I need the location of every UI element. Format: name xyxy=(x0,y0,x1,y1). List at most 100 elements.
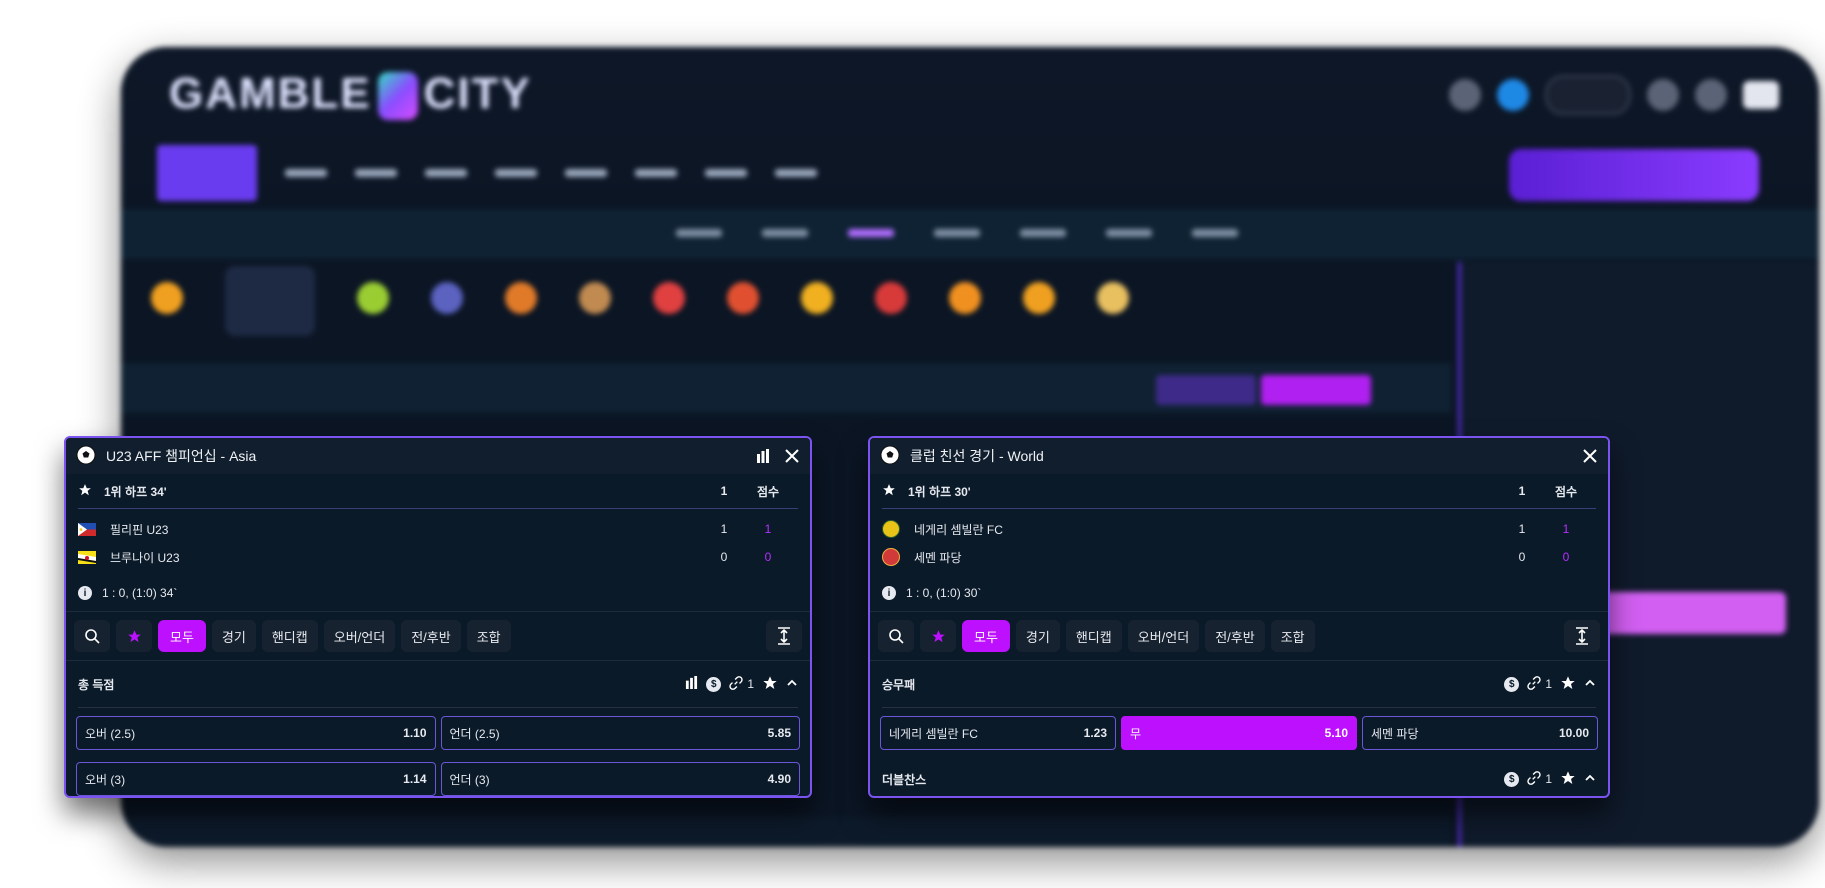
team-name: 브루나이 U23 xyxy=(110,550,180,565)
odds-label: 네게리 셈빌란 FC xyxy=(889,726,978,741)
dollar-icon[interactable]: $ xyxy=(706,676,722,692)
team-row: 브루나이 U23 0 0 xyxy=(66,543,810,571)
avatar xyxy=(1647,79,1679,111)
odds-button-under-3[interactable]: 언더 (3) 4.90 xyxy=(440,762,800,796)
match-widget-club-friendly: 클럽 친선 경기 - World 1위 하프 30' 1 점수 네게리 셈빌란 … xyxy=(868,436,1610,798)
favorite-star-icon[interactable] xyxy=(762,675,778,694)
odds-row: 오버 (3) 1.14 언더 (3) 4.90 xyxy=(66,762,810,796)
tab-halves[interactable]: 전/후반 xyxy=(401,620,461,652)
star-icon xyxy=(931,629,945,642)
tab-handicap[interactable]: 핸디캡 xyxy=(261,620,318,652)
close-icon[interactable] xyxy=(1582,448,1598,464)
favorites-tab[interactable] xyxy=(116,620,152,652)
star-icon xyxy=(127,629,141,642)
collapse-chevron-icon[interactable] xyxy=(1584,772,1596,787)
add-pill xyxy=(1545,75,1631,115)
match-status: 1위 하프 34' xyxy=(104,484,167,499)
match-info: 1 : 0, (1:0) 30` xyxy=(906,586,982,600)
top-bar: GAMBLE CITY xyxy=(121,47,1819,207)
link-icon[interactable] xyxy=(1527,675,1541,693)
odds-value: 4.90 xyxy=(767,772,791,786)
tab-over-under[interactable]: 오버/언더 xyxy=(323,620,396,652)
odds-value: 5.10 xyxy=(1324,726,1348,740)
collapse-chevron-icon[interactable] xyxy=(786,677,798,692)
link-count: 1 xyxy=(1545,677,1552,691)
search-icon xyxy=(85,629,100,644)
market-tabs: 모두 경기 핸디캡 오버/언더 전/후반 조합 xyxy=(66,612,810,660)
tab-match[interactable]: 경기 xyxy=(1015,620,1060,652)
favorite-star-icon[interactable] xyxy=(882,483,896,500)
favorites-tab[interactable] xyxy=(920,620,956,652)
total-score: 1 xyxy=(1562,522,1570,536)
link-icon[interactable] xyxy=(729,675,743,693)
odds-button-away[interactable]: 세멘 파당 10.00 xyxy=(1362,716,1598,750)
close-icon[interactable] xyxy=(784,448,800,464)
odds-button-under-2-5[interactable]: 언더 (2.5) 5.85 xyxy=(440,716,800,750)
odds-label: 언더 (3) xyxy=(449,772,490,787)
odds-value: 10.00 xyxy=(1558,726,1589,740)
widget-header: U23 AFF 챔피언십 - Asia xyxy=(66,438,810,474)
market-section-header: 더블찬스 $ 1 xyxy=(870,762,1608,796)
odds-value: 5.85 xyxy=(767,726,791,740)
info-icon: i xyxy=(78,586,92,600)
team-row: 필리핀 U23 1 1 xyxy=(66,515,810,543)
user-icon xyxy=(1449,79,1481,111)
league-title: U23 AFF 챔피언십 - Asia xyxy=(106,448,257,464)
favorite-star-icon[interactable] xyxy=(1560,675,1576,694)
expand-icon xyxy=(778,627,790,645)
tab-combo[interactable]: 조합 xyxy=(1270,620,1315,652)
odds-button-draw[interactable]: 무 5.10 xyxy=(1121,716,1357,750)
odds-button-over-2-5[interactable]: 오버 (2.5) 1.10 xyxy=(76,716,436,750)
main-nav xyxy=(157,145,817,201)
match-widget-u23: U23 AFF 챔피언십 - Asia 1위 하프 34' 1 점수 필리핀 U… xyxy=(64,436,812,798)
match-info: 1 : 0, (1:0) 34` xyxy=(102,586,178,600)
nav-item xyxy=(355,169,397,177)
search-button[interactable] xyxy=(74,620,110,652)
nav-item xyxy=(285,169,327,177)
period-column-header: 1 xyxy=(1518,484,1526,498)
event-banner xyxy=(1509,149,1759,201)
dollar-icon[interactable]: $ xyxy=(1504,771,1520,787)
score-column-header: 점수 xyxy=(1554,484,1578,499)
expand-button[interactable] xyxy=(1564,620,1600,652)
telegram-icon xyxy=(1497,79,1529,111)
tab-match[interactable]: 경기 xyxy=(211,620,256,652)
market-section-header: 총 득점 $ 1 xyxy=(66,661,810,707)
period-score: 1 xyxy=(720,522,728,536)
odds-button-over-3[interactable]: 오버 (3) 1.14 xyxy=(76,762,436,796)
tab-handicap[interactable]: 핸디캡 xyxy=(1065,620,1122,652)
market-name: 더블찬스 xyxy=(882,772,927,787)
market-tabs: 모두 경기 핸디캡 오버/언더 전/후반 조합 xyxy=(870,612,1608,660)
odds-row: 네게리 셈빌란 FC 1.23 무 5.10 세멘 파당 10.00 xyxy=(870,716,1608,750)
brunei-flag-icon xyxy=(78,550,96,564)
collapse-chevron-icon[interactable] xyxy=(1584,677,1596,692)
tab-all[interactable]: 모두 xyxy=(962,620,1010,652)
stats-icon[interactable] xyxy=(685,676,698,692)
total-score: 1 xyxy=(764,522,772,536)
sports-row xyxy=(121,262,1481,352)
match-info-row: i 1 : 0, (1:0) 34` xyxy=(66,575,810,611)
nav-item xyxy=(705,169,747,177)
expand-button[interactable] xyxy=(766,620,802,652)
odds-label: 세멘 파당 xyxy=(1371,726,1419,741)
total-score: 0 xyxy=(764,550,772,564)
dollar-icon[interactable]: $ xyxy=(1504,676,1520,692)
market-section-header: 승무패 $ 1 xyxy=(870,661,1608,707)
link-icon[interactable] xyxy=(1527,770,1541,788)
tab-over-under[interactable]: 오버/언더 xyxy=(1127,620,1200,652)
stats-icon[interactable] xyxy=(756,449,770,463)
search-button[interactable] xyxy=(878,620,914,652)
tab-combo[interactable]: 조합 xyxy=(466,620,511,652)
tab-all[interactable]: 모두 xyxy=(158,620,206,652)
team-name: 세멘 파당 xyxy=(914,550,962,565)
odds-label: 언더 (2.5) xyxy=(449,726,500,741)
odds-label: 오버 (3) xyxy=(85,772,126,787)
league-title: 클럽 친선 경기 - World xyxy=(910,448,1044,464)
period-score: 0 xyxy=(1518,550,1526,564)
favorite-star-icon[interactable] xyxy=(1560,770,1576,789)
tab-halves[interactable]: 전/후반 xyxy=(1205,620,1265,652)
odds-label: 무 xyxy=(1130,726,1142,741)
odds-button-home[interactable]: 네게리 셈빌란 FC 1.23 xyxy=(880,716,1116,750)
favorite-star-icon[interactable] xyxy=(78,483,92,500)
expand-icon xyxy=(1576,627,1588,645)
